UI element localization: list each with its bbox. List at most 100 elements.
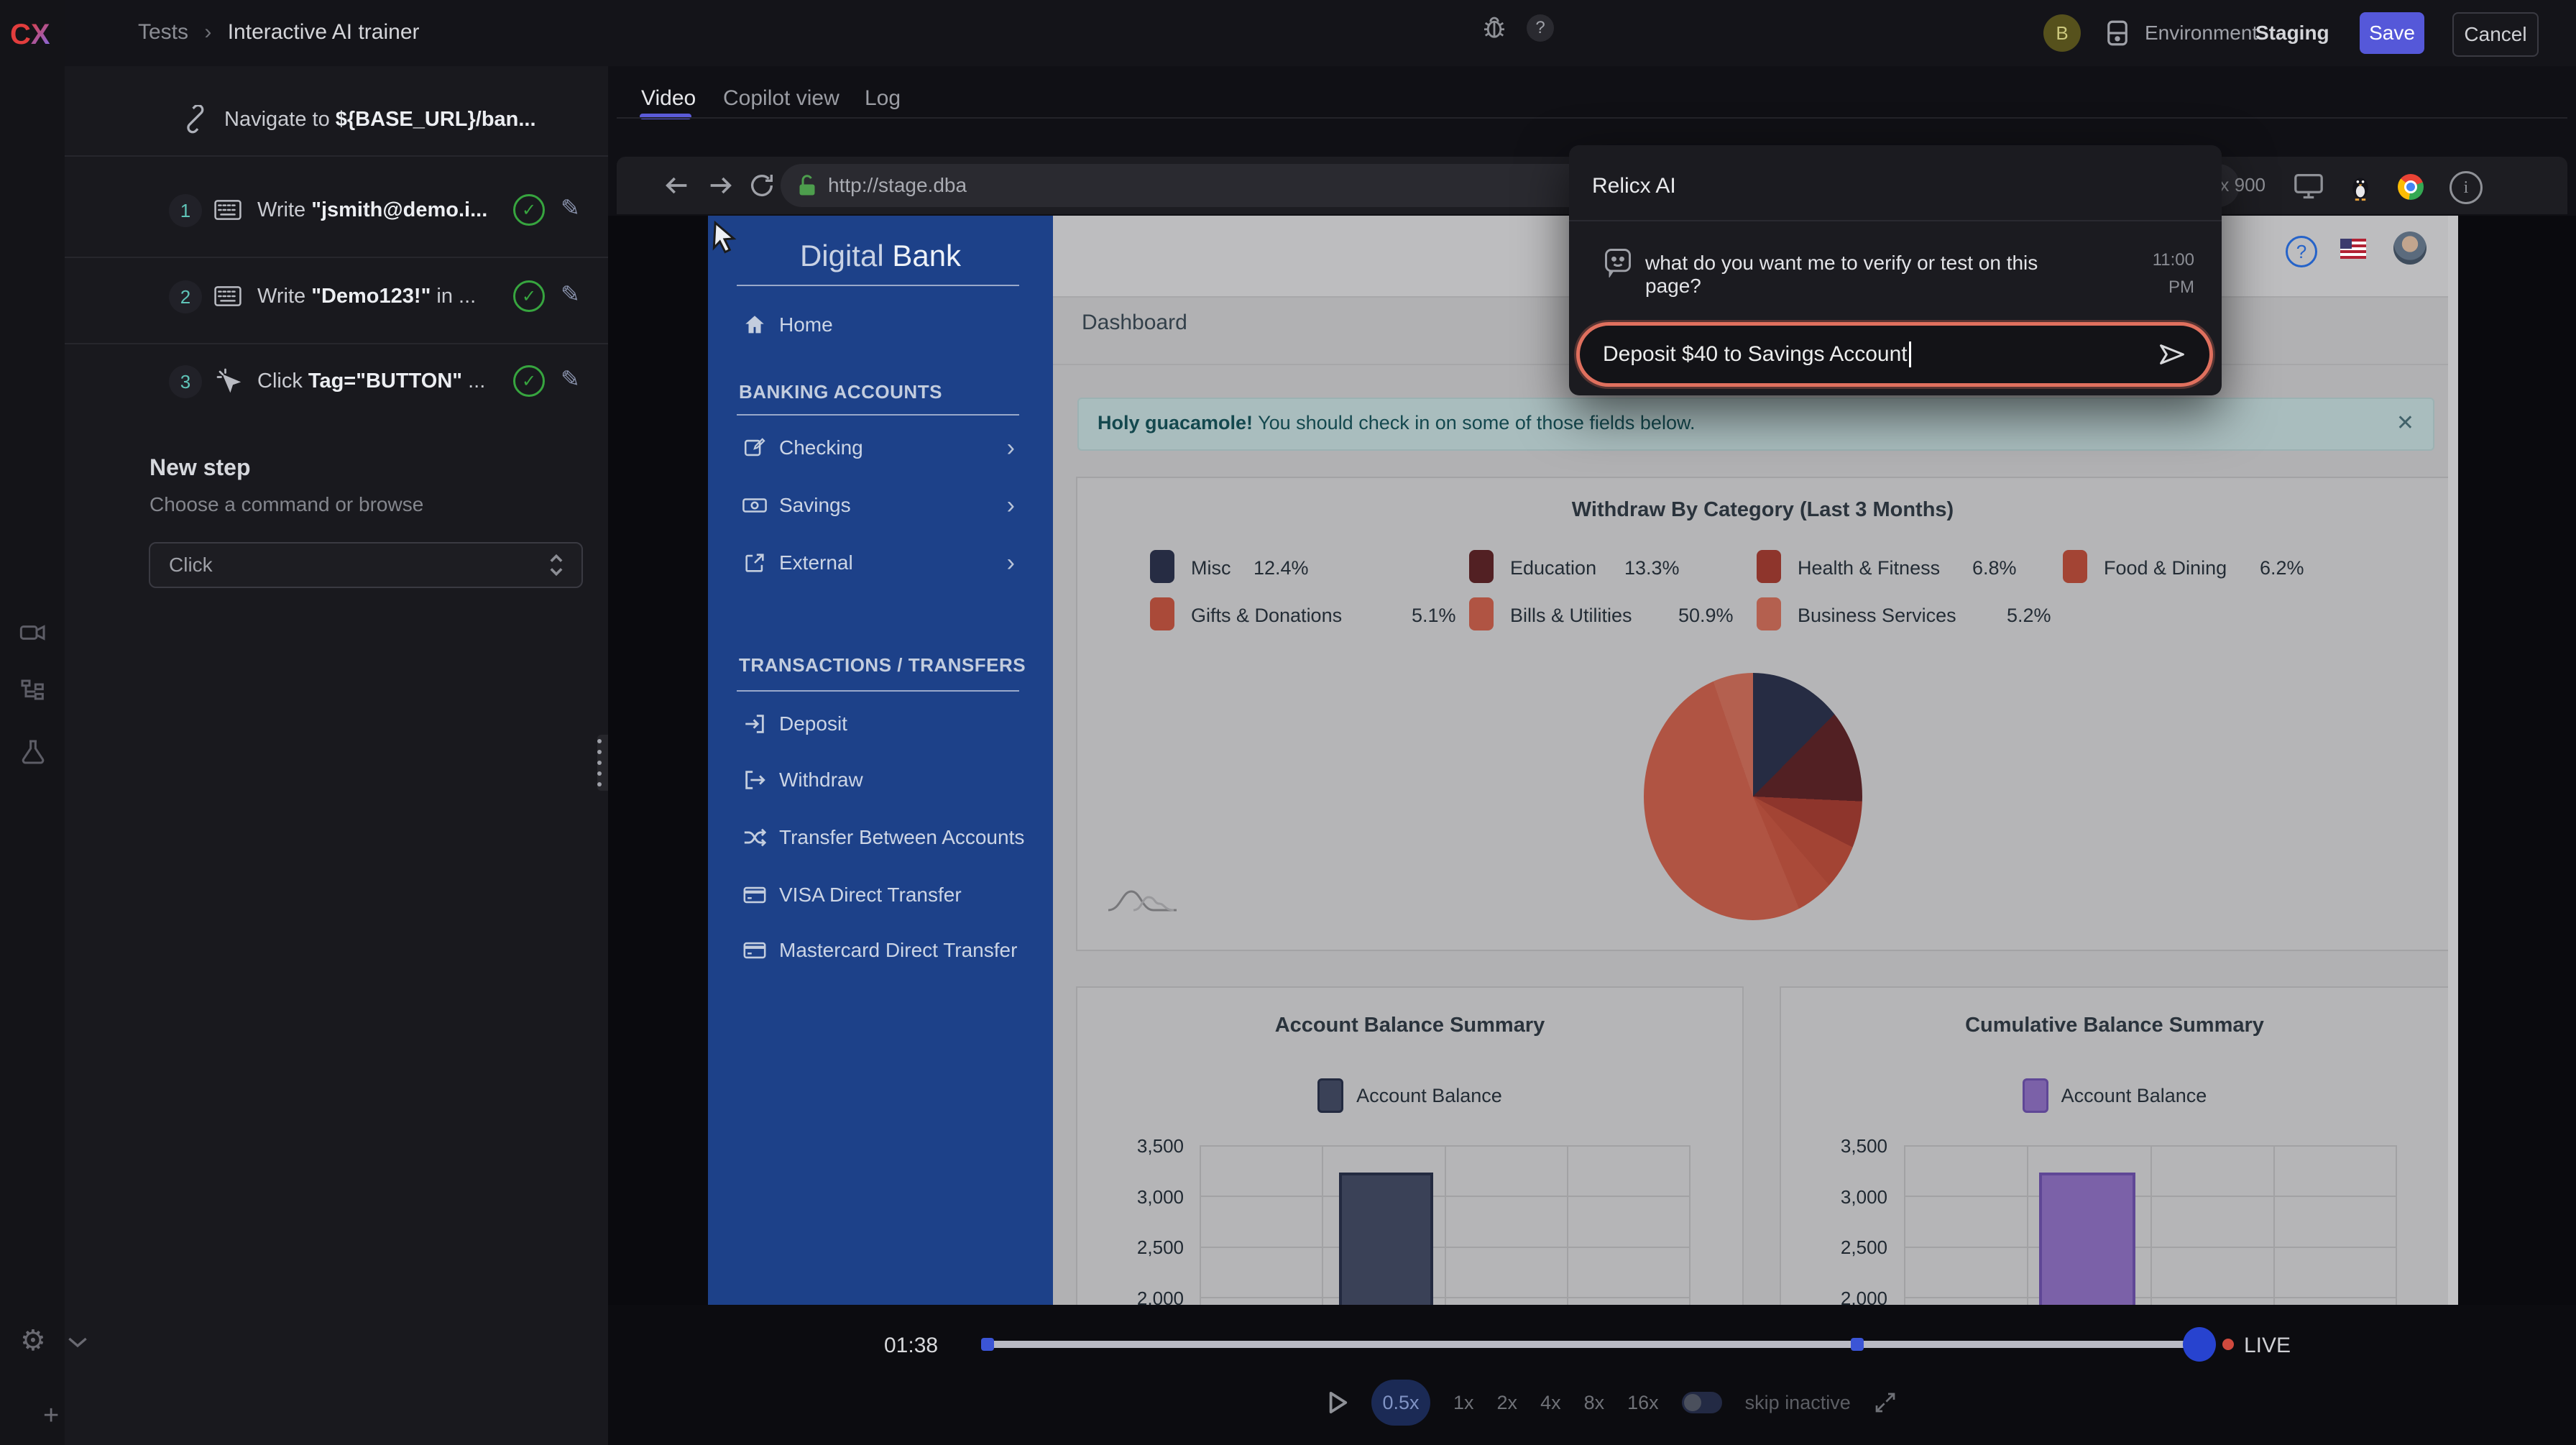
legend-swatch [1469,550,1494,583]
avatar[interactable]: B [2043,14,2081,52]
flask-icon[interactable] [19,738,47,766]
divider [737,690,1019,692]
sign-out-icon [740,768,769,792]
us-flag-icon[interactable] [2340,239,2366,259]
step-number: 1 [169,194,202,227]
legend-label[interactable]: Misc [1191,557,1231,579]
info-icon[interactable]: i [2450,171,2483,204]
y-tick: 2,000 [1112,1288,1184,1305]
tab-copilot-view[interactable]: Copilot view [723,86,840,111]
alert-text: You should check in on some of those fie… [1253,412,1695,434]
help-icon[interactable]: ? [1527,14,1554,42]
ai-prompt-input[interactable]: Deposit $40 to Savings Account [1576,322,2213,387]
seek-marker-start[interactable] [981,1338,994,1351]
edit-step-icon[interactable]: ✎ [561,280,580,308]
bank-page-title: Dashboard [1082,311,1187,335]
money-bill-icon [740,493,769,518]
bank-nav-visa-transfer[interactable]: VISA Direct Transfer [740,873,1028,917]
legend-swatch [1150,597,1174,630]
video-camera-icon[interactable] [19,618,47,647]
bar-account-balance[interactable] [2039,1173,2135,1305]
bank-brand[interactable]: Digital Bank [708,239,1053,273]
legend-value: 50.9% [1678,605,1734,627]
speed-0-5x[interactable]: 0.5x [1371,1380,1430,1426]
seek-marker-mid[interactable] [1851,1338,1864,1351]
back-icon[interactable] [663,173,691,198]
bank-nav-deposit[interactable]: Deposit [740,702,1028,746]
edit-step-icon[interactable]: ✎ [561,194,580,221]
text-caret [1909,341,1911,367]
legend-swatch [2023,1078,2048,1113]
bank-nav-mastercard-transfer[interactable]: Mastercard Direct Transfer [740,929,1028,972]
alert-close-icon[interactable]: ✕ [2396,410,2414,436]
play-icon[interactable] [1327,1390,1348,1415]
select-chevrons-icon [547,552,566,578]
bank-scrollbar[interactable] [2448,216,2458,1305]
cancel-button[interactable]: Cancel [2452,12,2539,57]
tab-video[interactable]: Video [641,86,696,111]
bank-nav-checking[interactable]: Checking› [740,426,1028,469]
y-tick: 3,000 [1112,1186,1184,1208]
legend-label[interactable]: Health & Fitness [1798,557,1940,579]
bar-account-balance[interactable] [1339,1173,1433,1305]
bar-chart-legend[interactable]: Account Balance [1781,1078,2448,1113]
legend-label: Account Balance [2061,1085,2207,1107]
speed-4x[interactable]: 4x [1540,1392,1561,1414]
bank-help-icon[interactable]: ? [2286,236,2317,267]
bank-nav-home[interactable]: Home [740,303,1028,347]
live-label[interactable]: LIVE [2244,1334,2291,1358]
environment-value[interactable]: Staging [2255,22,2329,45]
breadcrumb-tests[interactable]: Tests [138,20,188,44]
app-logo[interactable]: CX [10,19,50,51]
legend-label[interactable]: Education [1510,557,1596,579]
fullscreen-icon[interactable] [1874,1391,1897,1414]
external-link-icon [740,551,769,575]
speed-1x[interactable]: 1x [1453,1392,1474,1414]
bank-nav-withdraw[interactable]: Withdraw [740,758,1028,802]
legend-label[interactable]: Food & Dining [2104,557,2227,579]
legend-label[interactable]: Business Services [1798,605,1956,627]
forward-icon[interactable] [706,173,735,198]
tabs-divider [617,117,2567,119]
step-row-1[interactable]: 1 Write "jsmith@demo.i... ✓ ✎ [65,171,608,256]
withdraw-category-card: Withdraw By Category (Last 3 Months) Mis… [1076,477,2450,951]
bank-nav-transfer[interactable]: Transfer Between Accounts [740,816,1028,859]
command-select[interactable]: Click [149,542,583,588]
legend-label[interactable]: Gifts & Donations [1191,605,1342,627]
speed-2x[interactable]: 2x [1497,1392,1518,1414]
seek-bar[interactable] [981,1341,2210,1348]
url-text: http://stage.dba [828,174,967,197]
bar-plot-area [1904,1145,2397,1305]
pie-chart[interactable] [1644,673,1862,920]
bank-section-transactions: TRANSACTIONS / TRANSFERS [739,654,1026,676]
speed-8x[interactable]: 8x [1584,1392,1605,1414]
bar-chart-legend[interactable]: Account Balance [1077,1078,1742,1113]
chevron-down-icon[interactable] [63,1331,92,1353]
settings-gear-icon[interactable]: ⚙ [20,1324,46,1357]
step-navigate[interactable]: Navigate to ${BASE_URL}/ban... [65,88,608,154]
send-icon[interactable] [2158,341,2186,367]
reload-icon[interactable] [748,171,776,200]
bank-user-avatar[interactable] [2393,231,2426,265]
speed-16x[interactable]: 16x [1627,1392,1659,1414]
monitor-icon[interactable] [2293,173,2324,201]
flow-tree-icon[interactable] [19,677,47,706]
main-area: Video Copilot view Log http://stage.dba … [608,66,2576,1445]
y-tick: 2,000 [1816,1288,1887,1305]
save-button[interactable]: Save [2360,12,2424,54]
tab-log[interactable]: Log [865,86,901,111]
legend-swatch [1757,597,1781,630]
bank-nav-savings[interactable]: Savings› [740,484,1028,527]
legend-label[interactable]: Bills & Utilities [1510,605,1632,627]
divider [65,155,608,157]
bank-section-accounts: BANKING ACCOUNTS [739,381,942,403]
step-row-2[interactable]: 2 Write "Demo123!" in ... ✓ ✎ [65,257,608,342]
edit-step-icon[interactable]: ✎ [561,365,580,393]
bank-nav-external[interactable]: External› [740,541,1028,584]
bar-plot-area [1200,1145,1690,1305]
new-step-subtitle: Choose a command or browse [150,493,423,516]
bug-icon[interactable] [1479,13,1509,43]
step-row-3[interactable]: 3 Click Tag="BUTTON" ... ✓ ✎ [65,344,608,428]
seek-thumb[interactable] [2183,1327,2216,1362]
skip-inactive-toggle[interactable] [1682,1392,1722,1413]
